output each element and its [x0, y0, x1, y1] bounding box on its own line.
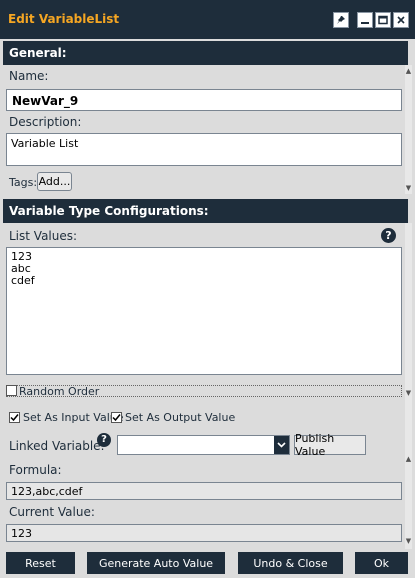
description-input[interactable]: Variable List [6, 133, 402, 166]
minimize-button[interactable] [357, 12, 373, 28]
linked-variable-label: Linked Variable: [9, 439, 105, 453]
output-value-checkbox[interactable] [111, 412, 122, 423]
close-icon [397, 16, 405, 24]
formula-field: 123,abc,cdef [6, 482, 402, 500]
add-tag-button[interactable]: Add... [37, 172, 72, 191]
tags-label: Tags: [9, 176, 38, 189]
output-value-label: Set As Output Value [125, 411, 236, 424]
name-input[interactable]: NewVar_9 [6, 89, 402, 111]
scroll-down-icon[interactable]: ▼ [405, 537, 412, 545]
current-value-field: 123 [6, 524, 402, 542]
minimize-icon [361, 22, 369, 24]
dropdown-button[interactable] [274, 436, 289, 454]
list-values-textarea[interactable]: 123 abc cdef [6, 247, 402, 375]
config-section-header: Variable Type Configurations: [3, 199, 408, 223]
scroll-down-icon[interactable]: ▼ [405, 389, 412, 397]
input-value-label: Set As Input Value [23, 411, 124, 424]
list-values-label: List Values: [9, 229, 78, 243]
random-order-label: Random Order [19, 385, 100, 398]
random-order-row[interactable]: Random Order [6, 385, 402, 398]
maximize-icon [378, 15, 388, 25]
linked-variable-select[interactable] [117, 435, 290, 455]
scroll-up-icon[interactable]: ▲ [405, 455, 412, 463]
list-item: abc [11, 262, 31, 275]
maximize-button[interactable] [375, 12, 391, 28]
general-section-header: General: [3, 41, 408, 65]
name-label: Name: [9, 69, 49, 83]
undo-close-button[interactable]: Undo & Close [238, 552, 343, 574]
input-value-checkbox[interactable] [9, 412, 20, 423]
random-order-checkbox[interactable] [6, 385, 17, 396]
ok-button[interactable]: Ok [355, 552, 408, 574]
check-icon [10, 414, 19, 422]
check-icon [112, 414, 121, 422]
formula-label: Formula: [9, 463, 62, 477]
general-scrollbar[interactable]: ▲ ▼ [405, 65, 412, 194]
linked-variable-help-icon[interactable]: ? [97, 433, 111, 447]
close-button[interactable] [393, 12, 409, 28]
pin-button[interactable] [333, 12, 349, 28]
generate-auto-value-button[interactable]: Generate Auto Value [87, 552, 225, 574]
general-panel: Name: NewVar_9 Description: Variable Lis… [3, 65, 412, 194]
help-icon[interactable]: ? [381, 228, 396, 243]
list-item: cdef [11, 274, 35, 287]
title-bar: Edit VariableList [0, 0, 415, 39]
config-panel: List Values: ? 123 abc cdef Random Order… [3, 223, 412, 549]
list-item: 123 [11, 250, 32, 263]
current-value-label: Current Value: [9, 505, 95, 519]
scroll-down-icon[interactable]: ▼ [405, 184, 412, 192]
window-title: Edit VariableList [8, 12, 120, 26]
config-scrollbar[interactable]: ▼ ▲ ▼ [405, 223, 412, 549]
description-label: Description: [9, 115, 82, 129]
publish-value-button[interactable]: Publish Value [294, 432, 366, 458]
chevron-down-icon [277, 442, 286, 448]
pin-icon [337, 16, 345, 24]
scroll-up-icon[interactable]: ▲ [405, 67, 412, 75]
reset-button[interactable]: Reset [6, 552, 75, 574]
